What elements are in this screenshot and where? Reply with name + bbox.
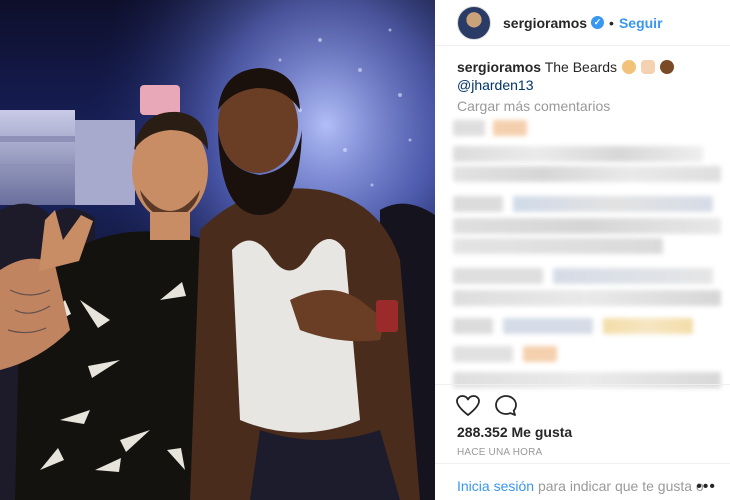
header-username[interactable]: sergioramos [503,15,587,31]
load-more-comments[interactable]: Cargar más comentarios [457,98,610,114]
dark-bearded-face-emoji [659,60,674,74]
verified-badge-icon: ✓ [591,16,605,29]
comment-bubble-icon[interactable] [493,393,519,419]
login-prompt-text: para indicar que te gusta o [537,478,704,494]
blurred-comments [453,118,725,388]
post-timestamp: HACE UNA HORA [457,447,543,458]
more-options-icon[interactable]: ••• [696,478,716,496]
caption: sergioramos The Beards @jharden13 [457,58,717,94]
avatar[interactable] [457,5,491,40]
caption-username[interactable]: sergioramos [457,59,541,75]
bearded-face-emoji [621,60,636,74]
separator-dot: • [609,14,614,31]
victory-hand-emoji [640,60,655,74]
mention-link[interactable]: @jharden13 [457,77,534,93]
post-actions: 288.352 Me gusta HACE UNA HORA Inicia se… [435,384,730,500]
follow-button[interactable]: Seguir [619,15,663,31]
photo-artwork [0,0,435,500]
caption-text: The Beards [544,59,618,75]
login-prompt: Inicia sesión para indicar que te gusta … [435,463,730,500]
login-link[interactable]: Inicia sesión [457,478,534,494]
post-photo[interactable] [0,0,435,500]
post-header: sergioramos ✓ • Seguir [435,0,730,46]
post-side-panel: sergioramos ✓ • Seguir sergioramos The B… [435,0,730,500]
like-count[interactable]: 288.352 Me gusta [457,424,572,440]
heart-icon[interactable] [455,393,481,419]
